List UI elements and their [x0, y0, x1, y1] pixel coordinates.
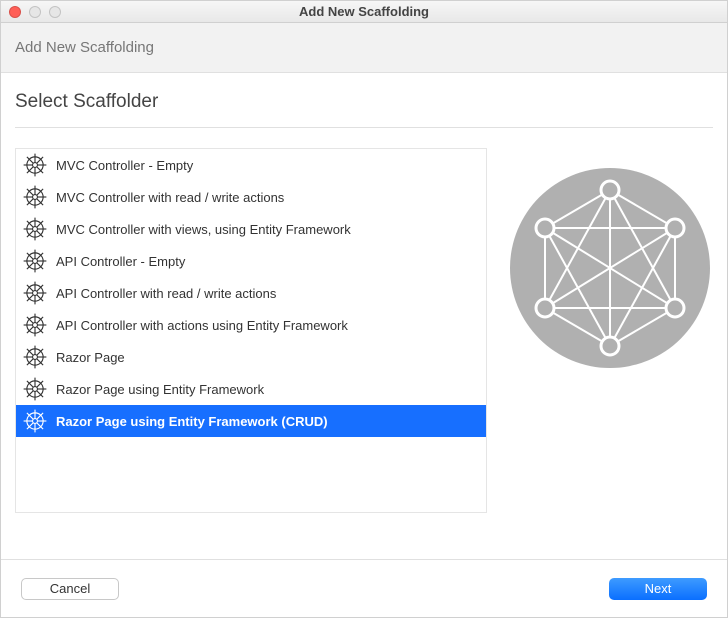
scaffold-item-icon: [22, 216, 48, 242]
scaffold-item-icon: [22, 184, 48, 210]
window-controls: [9, 6, 61, 18]
scaffolder-item-label: MVC Controller with read / write actions: [56, 190, 284, 205]
content-area: MVC Controller - Empty MVC Controller wit…: [1, 128, 727, 559]
scaffolder-item[interactable]: Razor Page using Entity Framework: [16, 373, 486, 405]
scaffolder-item-label: API Controller with read / write actions: [56, 286, 276, 301]
scaffold-item-icon: [22, 376, 48, 402]
scaffolder-item-label: MVC Controller with views, using Entity …: [56, 222, 351, 237]
scaffold-item-icon: [22, 344, 48, 370]
dialog-window: Add New Scaffolding Add New Scaffolding …: [0, 0, 728, 618]
scaffolder-item-label: API Controller with actions using Entity…: [56, 318, 348, 333]
titlebar: Add New Scaffolding: [1, 1, 727, 23]
scaffolder-item[interactable]: MVC Controller with views, using Entity …: [16, 213, 486, 245]
page-subheader: Select Scaffolder: [1, 73, 727, 123]
scaffolder-item[interactable]: API Controller - Empty: [16, 245, 486, 277]
scaffold-item-icon: [22, 248, 48, 274]
next-button[interactable]: Next: [609, 578, 707, 600]
footer: Cancel Next: [1, 559, 727, 617]
page-subheader-title: Select Scaffolder: [15, 91, 158, 112]
scaffolder-item-label: MVC Controller - Empty: [56, 158, 193, 173]
scaffolder-item[interactable]: API Controller with actions using Entity…: [16, 309, 486, 341]
zoom-window-button[interactable]: [49, 6, 61, 18]
scaffolder-item-label: Razor Page using Entity Framework: [56, 382, 264, 397]
scaffolder-item[interactable]: Razor Page: [16, 341, 486, 373]
next-button-label: Next: [645, 581, 672, 596]
network-icon: [510, 168, 710, 368]
scaffolder-listbox[interactable]: MVC Controller - Empty MVC Controller wit…: [15, 148, 487, 513]
close-window-button[interactable]: [9, 6, 21, 18]
scaffold-item-icon: [22, 408, 48, 434]
cancel-button-label: Cancel: [50, 581, 90, 596]
minimize-window-button[interactable]: [29, 6, 41, 18]
preview-pane: [507, 148, 713, 559]
scaffolder-item[interactable]: Razor Page using Entity Framework (CRUD): [16, 405, 486, 437]
scaffold-item-icon: [22, 280, 48, 306]
page-header-title: Add New Scaffolding: [15, 39, 154, 56]
window-title: Add New Scaffolding: [1, 4, 727, 19]
cancel-button[interactable]: Cancel: [21, 578, 119, 600]
scaffold-item-icon: [22, 152, 48, 178]
page-header: Add New Scaffolding: [1, 23, 727, 73]
scaffolder-item[interactable]: MVC Controller - Empty: [16, 149, 486, 181]
scaffolder-item-label: API Controller - Empty: [56, 254, 185, 269]
scaffolder-item[interactable]: MVC Controller with read / write actions: [16, 181, 486, 213]
scaffolder-item-label: Razor Page: [56, 350, 125, 365]
scaffold-item-icon: [22, 312, 48, 338]
scaffolder-item-label: Razor Page using Entity Framework (CRUD): [56, 414, 328, 429]
scaffolder-item[interactable]: API Controller with read / write actions: [16, 277, 486, 309]
